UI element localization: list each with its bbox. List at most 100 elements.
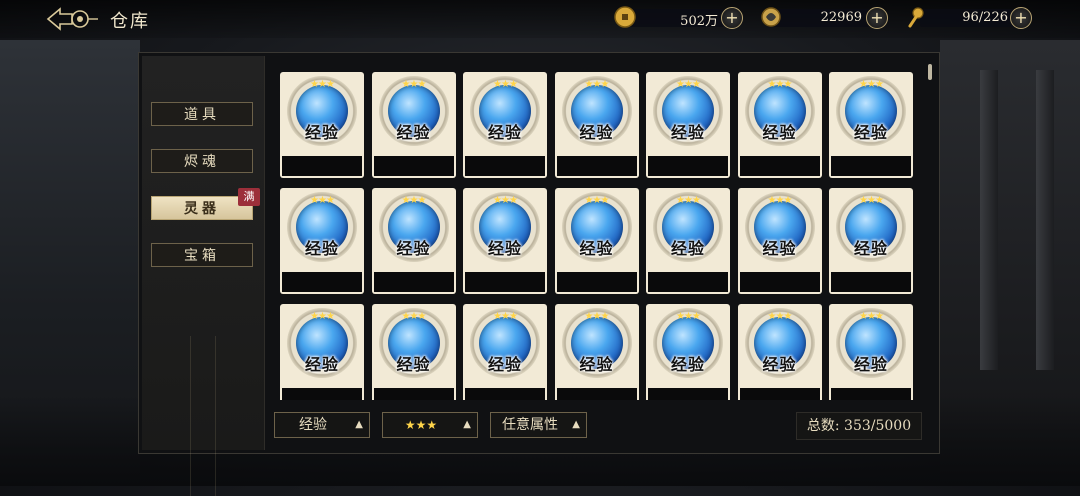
item-stars: ★★★ xyxy=(401,79,427,90)
resource-stamina: 96/226 + xyxy=(906,6,1036,30)
item-stars: ★★★ xyxy=(676,195,701,206)
item-card[interactable]: ★★★ 经验 xyxy=(554,304,639,400)
item-label: 经验 xyxy=(670,239,705,258)
item-card-footer xyxy=(282,388,362,400)
item-card-footer xyxy=(282,272,362,292)
item-card-footer xyxy=(648,156,728,176)
add-coin-button[interactable]: + xyxy=(721,7,743,29)
item-card-footer xyxy=(373,156,454,176)
sort-arrows-icon: ▲ xyxy=(572,419,580,430)
item-label: 经验 xyxy=(853,239,888,258)
sidebar-decoration xyxy=(190,336,216,496)
spirit-artifact-icon: ★★★ 经验 xyxy=(653,308,723,378)
item-label: 经验 xyxy=(304,355,339,374)
item-card-footer xyxy=(373,272,454,292)
star-filter-dropdown[interactable]: ★★★ ▲ xyxy=(382,412,478,438)
item-label: 经验 xyxy=(762,239,797,258)
spirit-artifact-icon: ★★★ 经验 xyxy=(836,308,906,378)
sort-arrows-icon: ▲ xyxy=(355,419,363,430)
tab-items[interactable]: 道具 xyxy=(151,102,253,126)
background-pillar xyxy=(980,70,998,370)
sort-arrows-icon: ▲ xyxy=(463,419,471,430)
item-card-footer xyxy=(465,156,545,176)
item-label: 经验 xyxy=(762,123,797,142)
scrollbar-thumb[interactable] xyxy=(928,64,932,80)
item-card[interactable]: ★★★ 经验 xyxy=(829,72,913,178)
background-pillar xyxy=(1036,70,1054,370)
tab-chests[interactable]: 宝箱 xyxy=(151,243,253,267)
item-card[interactable]: ★★★ 经验 xyxy=(280,72,364,178)
item-card[interactable]: ★★★ 经验 xyxy=(554,188,639,294)
spirit-artifact-icon: ★★★ 经验 xyxy=(744,192,815,262)
top-bar: 仓库 502万 + 22969 + 96/226 + xyxy=(0,0,1080,38)
item-card[interactable]: ★★★ 经验 xyxy=(463,188,547,294)
item-label: 经验 xyxy=(304,239,339,258)
item-stars: ★★★ xyxy=(859,311,884,322)
item-grid: ★★★ 经验 ★★★ 经验 ★★★ 经验 ★★★ 经验 ★★★ 经验 ★★★ 经验 ★★★ 经验 ★★★ 经验… xyxy=(270,60,928,400)
item-label: 经验 xyxy=(670,355,705,374)
add-gem-coin-button[interactable]: + xyxy=(866,7,888,29)
item-card-footer xyxy=(648,388,728,400)
spirit-artifact-icon: ★★★ 经验 xyxy=(836,192,906,262)
item-card-footer xyxy=(739,388,820,400)
item-card[interactable]: ★★★ 经验 xyxy=(371,304,456,400)
type-filter-label: 经验 xyxy=(299,417,327,433)
item-card[interactable]: ★★★ 经验 xyxy=(371,72,456,178)
back-ornament-icon[interactable] xyxy=(46,6,100,32)
attribute-filter-dropdown[interactable]: 任意属性 ▲ xyxy=(490,412,587,438)
coin-value: 502万 xyxy=(680,14,718,29)
item-label: 经验 xyxy=(853,355,888,374)
add-stamina-button[interactable]: + xyxy=(1010,7,1032,29)
item-card-footer xyxy=(831,156,911,176)
gem-coin-value: 22969 xyxy=(820,10,862,25)
spirit-artifact-icon: ★★★ 经验 xyxy=(653,192,723,262)
spirit-artifact-icon: ★★★ 经验 xyxy=(653,76,723,146)
item-label: 经验 xyxy=(579,355,614,374)
item-stars: ★★★ xyxy=(767,79,793,90)
spirit-artifact-icon: ★★★ 经验 xyxy=(561,192,632,262)
coin-icon xyxy=(614,6,636,28)
item-card[interactable]: ★★★ 经验 xyxy=(646,304,730,400)
item-stars: ★★★ xyxy=(584,195,610,206)
item-card[interactable]: ★★★ 经验 xyxy=(829,304,913,400)
stamina-value: 96/226 xyxy=(962,10,1008,25)
item-card[interactable]: ★★★ 经验 xyxy=(280,304,364,400)
item-card-footer xyxy=(556,156,637,176)
spirit-artifact-icon: ★★★ 经验 xyxy=(378,76,449,146)
item-card[interactable]: ★★★ 经验 xyxy=(646,188,730,294)
item-stars: ★★★ xyxy=(493,79,518,90)
resource-coin: 502万 + xyxy=(614,6,744,30)
full-badge: 满 xyxy=(238,188,260,206)
item-card-footer xyxy=(831,272,911,292)
item-card[interactable]: ★★★ 经验 xyxy=(737,304,822,400)
item-card[interactable]: ★★★ 经验 xyxy=(646,72,730,178)
item-label: 经验 xyxy=(396,239,431,258)
item-card[interactable]: ★★★ 经验 xyxy=(463,72,547,178)
item-stars: ★★★ xyxy=(310,195,335,206)
tab-ember-souls[interactable]: 烬魂 xyxy=(151,149,253,173)
type-filter-dropdown[interactable]: 经验 ▲ xyxy=(274,412,370,438)
item-card[interactable]: ★★★ 经验 xyxy=(737,72,822,178)
item-stars: ★★★ xyxy=(859,79,884,90)
item-label: 经验 xyxy=(670,123,705,142)
item-label: 经验 xyxy=(487,355,522,374)
item-stars: ★★★ xyxy=(310,79,335,90)
item-stars: ★★★ xyxy=(310,311,335,322)
item-card[interactable]: ★★★ 经验 xyxy=(280,188,364,294)
item-card[interactable]: ★★★ 经验 xyxy=(554,72,639,178)
item-card[interactable]: ★★★ 经验 xyxy=(463,304,547,400)
item-card[interactable]: ★★★ 经验 xyxy=(829,188,913,294)
item-card[interactable]: ★★★ 经验 xyxy=(737,188,822,294)
item-label: 经验 xyxy=(579,123,614,142)
item-card-footer xyxy=(739,156,820,176)
spirit-artifact-icon: ★★★ 经验 xyxy=(836,76,906,146)
spirit-artifact-icon: ★★★ 经验 xyxy=(378,308,449,378)
item-stars: ★★★ xyxy=(584,311,610,322)
resource-gem-coin: 22969 + xyxy=(760,6,890,30)
spirit-artifact-icon: ★★★ 经验 xyxy=(287,192,357,262)
item-card[interactable]: ★★★ 经验 xyxy=(371,188,456,294)
spirit-artifact-icon: ★★★ 经验 xyxy=(470,192,540,262)
item-card-footer xyxy=(739,272,820,292)
category-sidebar: 道具 烬魂 灵器 满 宝箱 xyxy=(142,56,265,496)
item-label: 经验 xyxy=(396,123,431,142)
